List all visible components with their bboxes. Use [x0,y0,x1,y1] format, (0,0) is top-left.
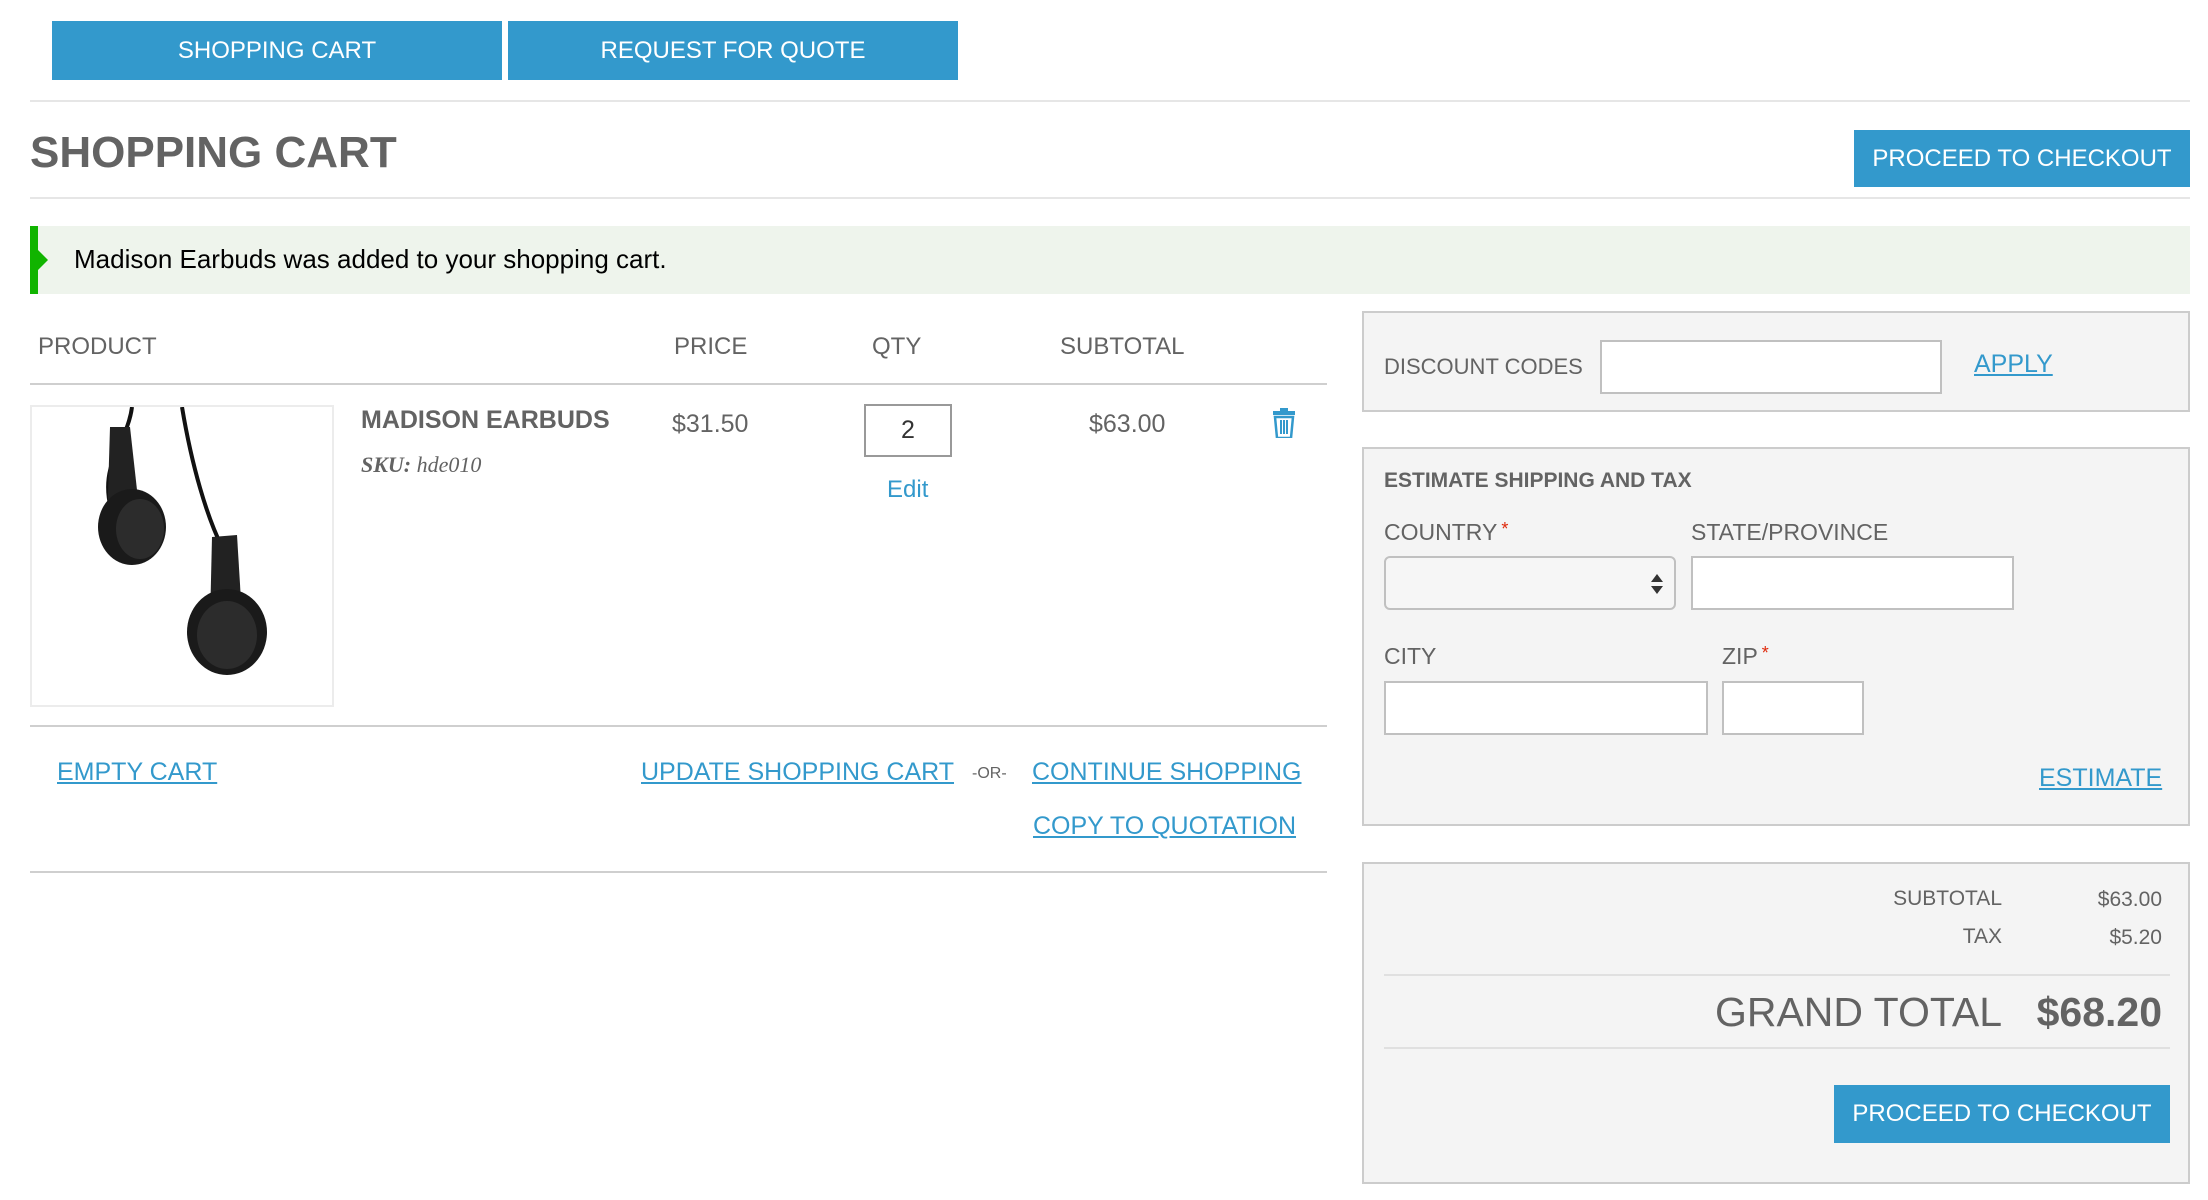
column-header-price: PRICE [674,333,748,360]
divider [1384,974,2170,976]
tax-value: $5.20 [2109,926,2162,949]
column-header-qty: QTY [872,333,922,360]
city-label: CITY [1384,643,1437,669]
sku-label: SKU: [361,452,412,477]
divider [30,197,2190,199]
discount-panel: DISCOUNT CODES APPLY [1362,311,2190,412]
item-price: $31.50 [672,410,749,438]
tab-shopping-cart[interactable]: SHOPPING CART [52,21,502,80]
estimate-link[interactable]: ESTIMATE [2039,764,2162,793]
or-separator: -OR- [972,765,1007,782]
update-cart-link[interactable]: UPDATE SHOPPING CART [641,758,954,787]
success-message: Madison Earbuds was added to your shoppi… [30,226,2190,294]
earbuds-image-icon [98,406,267,675]
discount-code-input[interactable] [1600,340,1942,394]
city-input[interactable] [1384,681,1708,735]
divider [30,871,1327,873]
success-arrow-icon [38,250,48,270]
quantity-input[interactable]: 2 [864,404,952,457]
product-sku: SKU: hde010 [361,452,481,478]
apply-discount-link[interactable]: APPLY [1974,350,2053,379]
proceed-to-checkout-top-button[interactable]: PROCEED TO CHECKOUT [1854,130,2190,187]
tax-label: TAX [1962,925,2002,948]
divider [30,725,1327,727]
column-header-product: PRODUCT [38,333,157,360]
subtotal-label: SUBTOTAL [1893,887,2002,910]
discount-label: DISCOUNT CODES [1384,354,1583,379]
estimate-shipping-title: ESTIMATE SHIPPING AND TAX [1384,469,1692,492]
required-mark: * [1761,643,1769,663]
column-header-subtotal: SUBTOTAL [1060,333,1185,360]
success-message-text: Madison Earbuds was added to your shoppi… [74,244,667,274]
continue-shopping-link[interactable]: CONTINUE SHOPPING [1032,758,1301,787]
grand-total-value: $68.20 [2036,989,2162,1035]
required-mark: * [1501,519,1509,539]
select-arrows-icon [1651,574,1663,594]
totals-panel: SUBTOTAL $63.00 TAX $5.20 GRAND TOTAL $6… [1362,862,2190,1184]
copy-to-quotation-link[interactable]: COPY TO QUOTATION [1033,812,1296,841]
proceed-to-checkout-bottom-button[interactable]: PROCEED TO CHECKOUT [1834,1085,2170,1143]
sku-value: hde010 [416,452,482,477]
divider [30,383,1327,385]
subtotal-value: $63.00 [2097,888,2162,911]
remove-item-button[interactable] [1272,408,1296,443]
tab-request-for-quote[interactable]: REQUEST FOR QUOTE [508,21,958,80]
country-label: COUNTRY * [1384,519,1509,545]
edit-item-link[interactable]: Edit [887,476,928,504]
product-image[interactable] [30,405,334,707]
grand-total-label: GRAND TOTAL [1714,989,2002,1035]
success-bar [30,226,38,294]
estimate-shipping-panel: ESTIMATE SHIPPING AND TAX COUNTRY * STATE… [1362,447,2190,826]
state-province-label: STATE/PROVINCE [1691,519,1889,545]
zip-input[interactable] [1722,681,1864,735]
item-subtotal: $63.00 [1089,410,1166,438]
country-select[interactable] [1384,556,1676,610]
zip-label: ZIP * [1722,643,1769,669]
state-province-input[interactable] [1691,556,2014,610]
trash-icon [1273,408,1295,440]
divider [30,100,2190,102]
product-name[interactable]: MADISON EARBUDS [361,406,610,435]
page-title: SHOPPING CART [30,128,397,177]
divider [1384,1047,2170,1049]
empty-cart-link[interactable]: EMPTY CART [57,758,217,787]
